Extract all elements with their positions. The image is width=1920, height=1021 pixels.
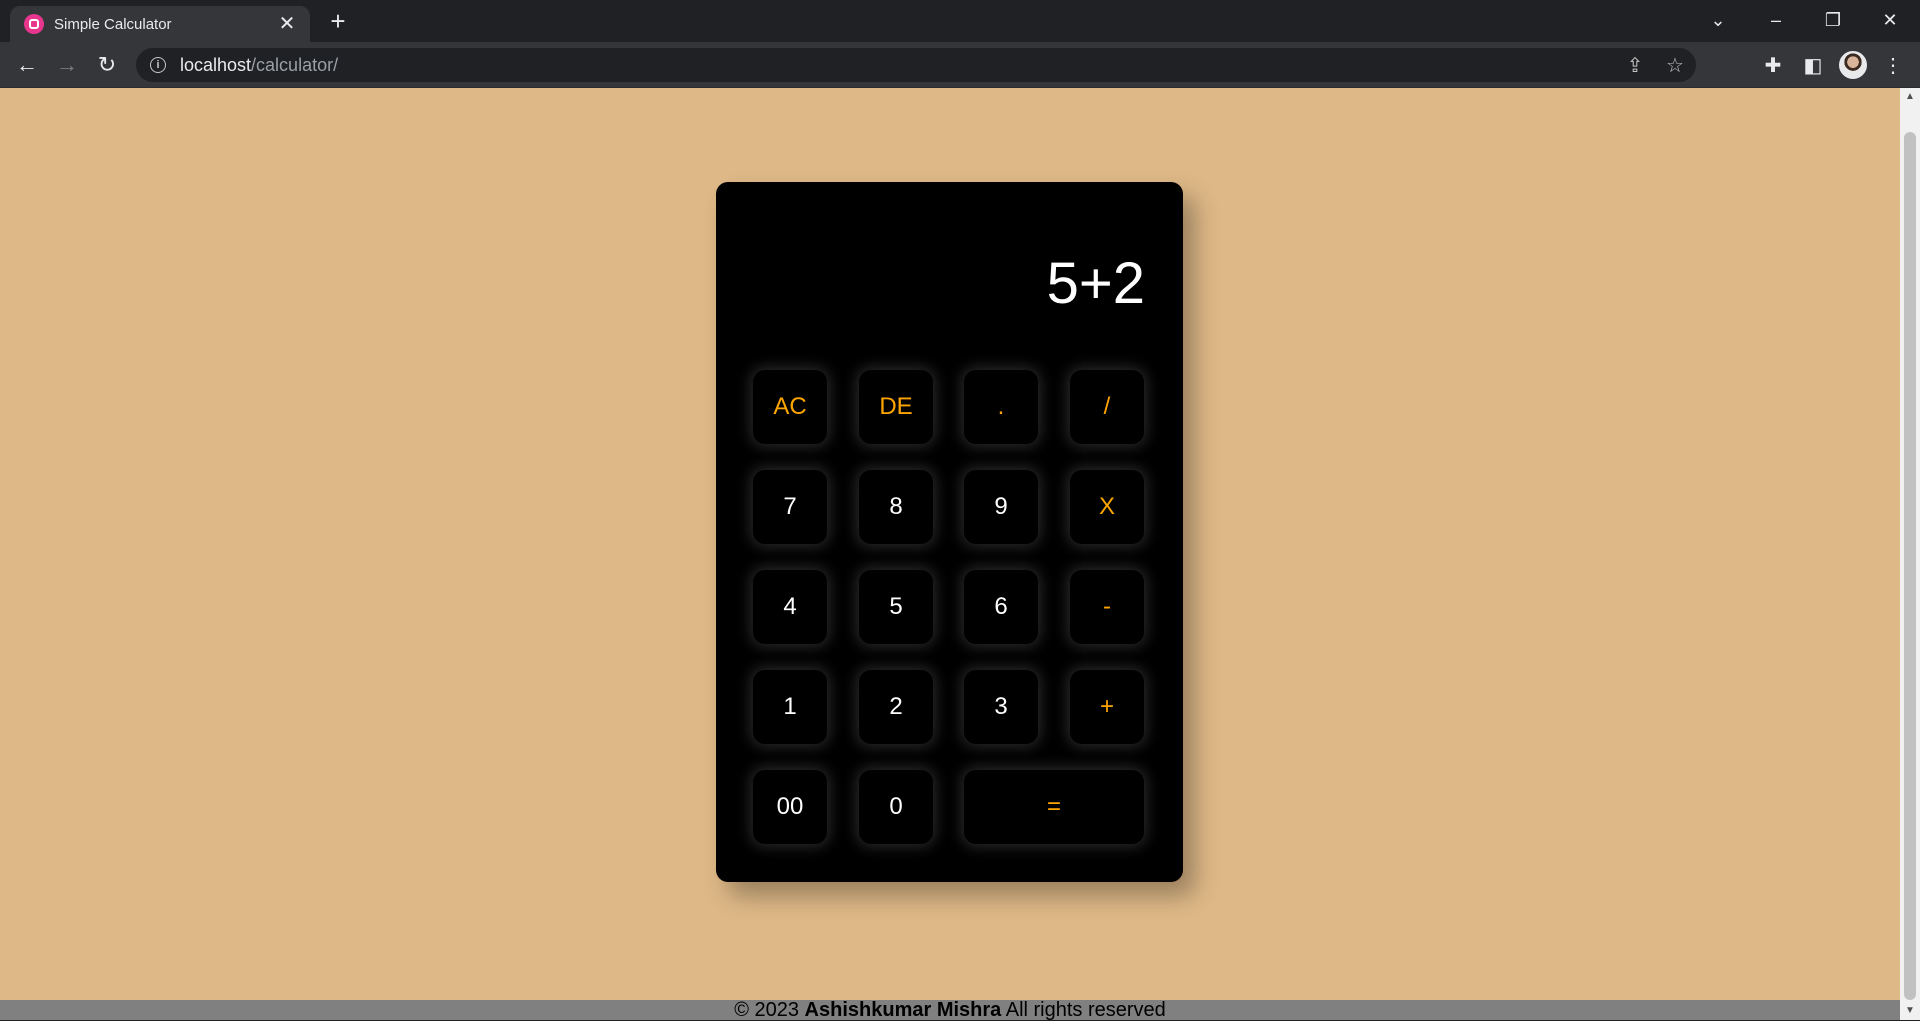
key-6[interactable]: 6: [964, 570, 1038, 644]
scroll-up-arrow-icon[interactable]: ▲: [1900, 88, 1920, 106]
key-add[interactable]: +: [1070, 670, 1144, 744]
key-equals[interactable]: =: [964, 770, 1144, 844]
key-4[interactable]: 4: [753, 570, 827, 644]
bookmark-star-icon[interactable]: ☆: [1658, 48, 1692, 82]
key-ac[interactable]: AC: [753, 370, 827, 444]
browser-tabstrip: Simple Calculator ✕ + ⌄ – ❐ ✕: [0, 0, 1920, 42]
key-decimal[interactable]: .: [964, 370, 1038, 444]
key-2[interactable]: 2: [859, 670, 933, 744]
key-7[interactable]: 7: [753, 470, 827, 544]
scrollbar-thumb[interactable]: [1904, 132, 1916, 1000]
side-panel-icon[interactable]: ◧: [1796, 48, 1830, 82]
key-de[interactable]: DE: [859, 370, 933, 444]
key-9[interactable]: 9: [964, 470, 1038, 544]
footer-rights: All rights reserved: [1005, 999, 1166, 1021]
new-tab-button[interactable]: +: [322, 6, 354, 38]
restore-button[interactable]: ❐: [1805, 0, 1861, 40]
browser-menu-icon[interactable]: ⋮: [1876, 48, 1910, 82]
key-multiply[interactable]: X: [1070, 470, 1144, 544]
reload-button[interactable]: ↻: [90, 48, 124, 82]
back-button[interactable]: ←: [10, 48, 44, 82]
scroll-down-arrow-icon[interactable]: ▼: [1900, 1002, 1920, 1020]
key-divide[interactable]: /: [1070, 370, 1144, 444]
tab-search-chevron-icon[interactable]: ⌄: [1690, 0, 1746, 40]
key-5[interactable]: 5: [859, 570, 933, 644]
page-scrollbar[interactable]: ▲ ▼: [1900, 88, 1920, 1020]
calculator-favicon-icon: [24, 14, 44, 34]
site-info-icon[interactable]: i: [150, 57, 166, 73]
key-3[interactable]: 3: [964, 670, 1038, 744]
address-bar[interactable]: i localhost/calculator/ ⇪ ☆: [136, 48, 1696, 82]
tab-close-icon[interactable]: ✕: [276, 13, 298, 35]
profile-avatar[interactable]: [1836, 48, 1870, 82]
minimize-button[interactable]: –: [1748, 0, 1804, 40]
browser-toolbar: ← → ↻ i localhost/calculator/ ⇪ ☆ ✚ ◧ ⋮: [0, 42, 1920, 88]
url-host: localhost: [180, 54, 252, 75]
key-0[interactable]: 0: [859, 770, 933, 844]
page-viewport: 5+2 AC DE . / 7 8 9 X 4 5 6 - 1 2 3 + 00…: [0, 88, 1900, 1020]
footer-author: Ashishkumar Mishra: [804, 999, 1002, 1021]
avatar: [1839, 51, 1867, 79]
close-window-button[interactable]: ✕: [1862, 0, 1918, 40]
url-path: /calculator/: [251, 54, 339, 75]
tab-title: Simple Calculator: [54, 15, 172, 33]
key-1[interactable]: 1: [753, 670, 827, 744]
page-footer: © 2023 Ashishkumar Mishra All rights res…: [0, 1000, 1900, 1020]
calculator-display: 5+2: [1046, 251, 1145, 316]
key-subtract[interactable]: -: [1070, 570, 1144, 644]
key-00[interactable]: 00: [753, 770, 827, 844]
footer-copyright: © 2023: [734, 999, 799, 1021]
calculator: 5+2 AC DE . / 7 8 9 X 4 5 6 - 1 2 3 + 00…: [716, 182, 1183, 882]
forward-button[interactable]: →: [50, 48, 84, 82]
browser-tab[interactable]: Simple Calculator ✕: [10, 6, 310, 42]
key-8[interactable]: 8: [859, 470, 933, 544]
extensions-puzzle-icon[interactable]: ✚: [1756, 48, 1790, 82]
share-icon[interactable]: ⇪: [1618, 48, 1652, 82]
